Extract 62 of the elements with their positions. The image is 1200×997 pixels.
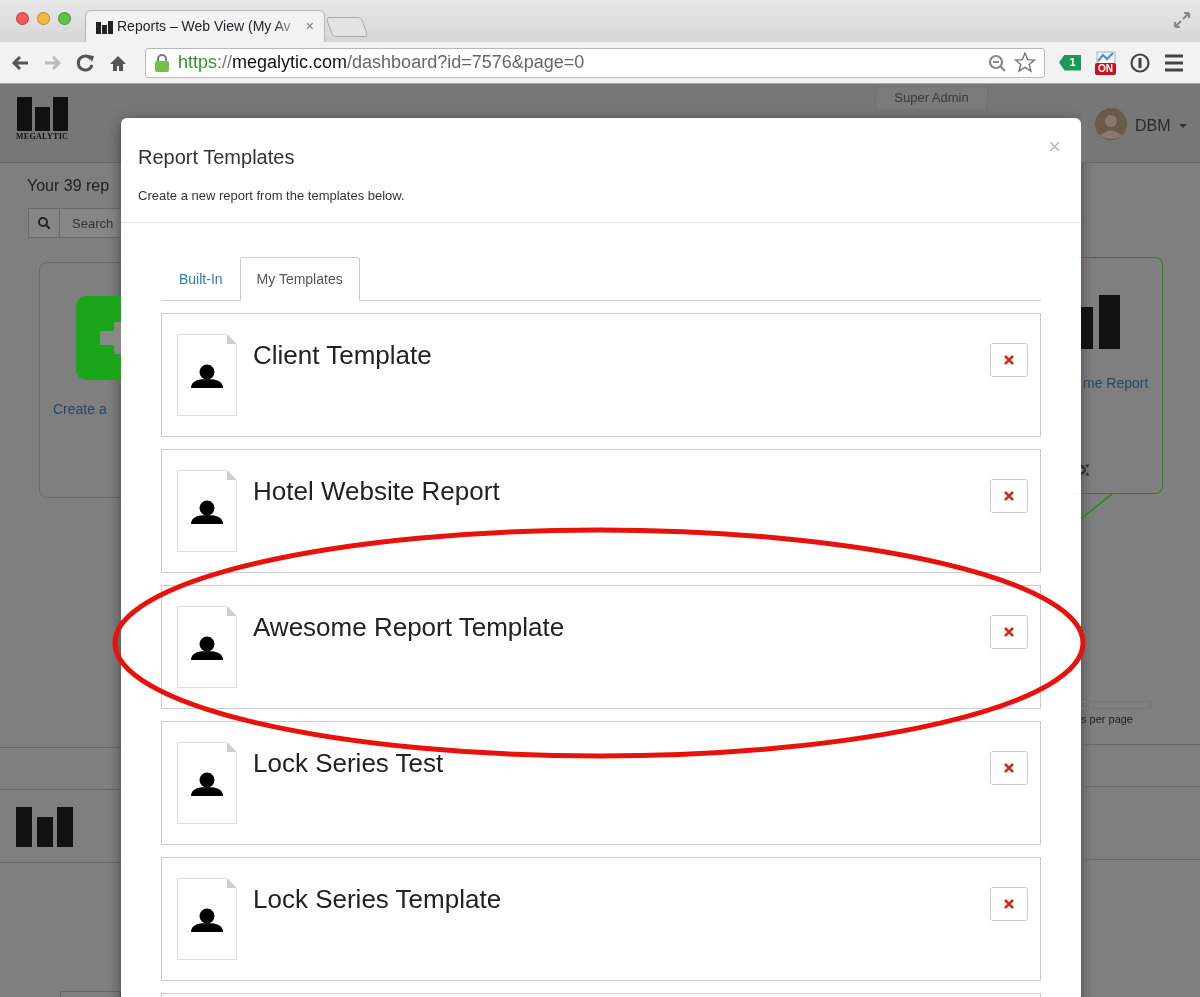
close-icon: [1004, 763, 1014, 773]
delete-button[interactable]: [990, 751, 1028, 785]
keyhole-icon[interactable]: [1130, 52, 1150, 73]
tab-close[interactable]: ×: [305, 16, 314, 37]
window-control[interactable]: [16, 12, 29, 25]
plus-icon: [100, 322, 121, 354]
reload-icon[interactable]: [76, 52, 96, 73]
address-bar[interactable]: https://megalytic.com/dashboard?id=7576&page=0: [145, 47, 1045, 78]
delete-button[interactable]: [990, 343, 1028, 377]
on-badge[interactable]: ON: [1095, 62, 1116, 75]
home-icon[interactable]: [109, 53, 127, 72]
template-title: Hotel Website Report: [253, 476, 501, 508]
document-thumbnail-icon: [177, 742, 237, 824]
template-title: Lock Series Test: [253, 748, 445, 780]
star-icon[interactable]: [1014, 52, 1036, 73]
user-menu[interactable]: DBM: [1135, 114, 1187, 138]
close-icon: [1004, 491, 1014, 501]
caret-icon: [1178, 124, 1187, 128]
window-control[interactable]: [58, 12, 71, 25]
template-item[interactable]: Hotel Website Report: [161, 449, 1041, 573]
delete-button[interactable]: [990, 887, 1028, 921]
delete-button[interactable]: [990, 479, 1028, 513]
per-page-label: s per page: [1081, 712, 1134, 727]
search-field[interactable]: Search: [60, 208, 121, 238]
close-icon: [1004, 899, 1014, 909]
browser-tab[interactable]: Reports – Web View (My Av ×: [85, 10, 325, 42]
document-thumbnail-icon: [177, 878, 237, 960]
chart-icon[interactable]: [1096, 50, 1116, 65]
modal-subtitle: Create a new report from the templates below.: [138, 187, 405, 205]
template-item[interactable]: Lock Series Template: [161, 857, 1041, 981]
document-thumbnail-icon: [177, 334, 237, 416]
close-icon: [1004, 355, 1014, 365]
address-text: https://megalytic.com/dashboard?id=7576&page=0: [178, 51, 586, 74]
bars-icon: [96, 19, 113, 34]
template-title: Lock Series Template: [253, 884, 503, 916]
template-item[interactable]: Client Template: [161, 313, 1041, 437]
menu-icon[interactable]: [1164, 52, 1184, 73]
logo-icon: [16, 97, 68, 131]
add-tile[interactable]: [76, 296, 121, 380]
document-thumbnail-icon: [177, 470, 237, 552]
modal-title: Report Templates: [138, 145, 296, 170]
delete-button[interactable]: [990, 615, 1028, 649]
template-title: Awesome Report Template: [253, 612, 566, 644]
logo-icon: [1081, 295, 1120, 349]
fullscreen-icon[interactable]: [1172, 10, 1192, 30]
tab[interactable]: My Templates: [239, 257, 360, 301]
search-icon: [38, 217, 50, 229]
logo-text: MEGALYTIC: [16, 131, 69, 143]
tab-title: Reports – Web View (My Av: [117, 17, 292, 36]
window-control[interactable]: [37, 12, 50, 25]
close-icon: [1004, 627, 1014, 637]
reports-heading: Your 39 rep: [27, 176, 111, 196]
card-tail: [1081, 493, 1114, 520]
lock-icon: [154, 52, 170, 73]
extension-badge[interactable]: 1: [1059, 54, 1081, 71]
logo-icon: [16, 807, 73, 847]
zoom-out-icon[interactable]: [988, 53, 1006, 72]
document-thumbnail-icon: [177, 606, 237, 688]
template-title: Client Template: [253, 340, 433, 372]
template-item[interactable]: Lock Series Test: [161, 721, 1041, 845]
tab[interactable]: Built-In: [162, 257, 240, 301]
template-item[interactable]: Awesome Report Template: [161, 585, 1041, 709]
